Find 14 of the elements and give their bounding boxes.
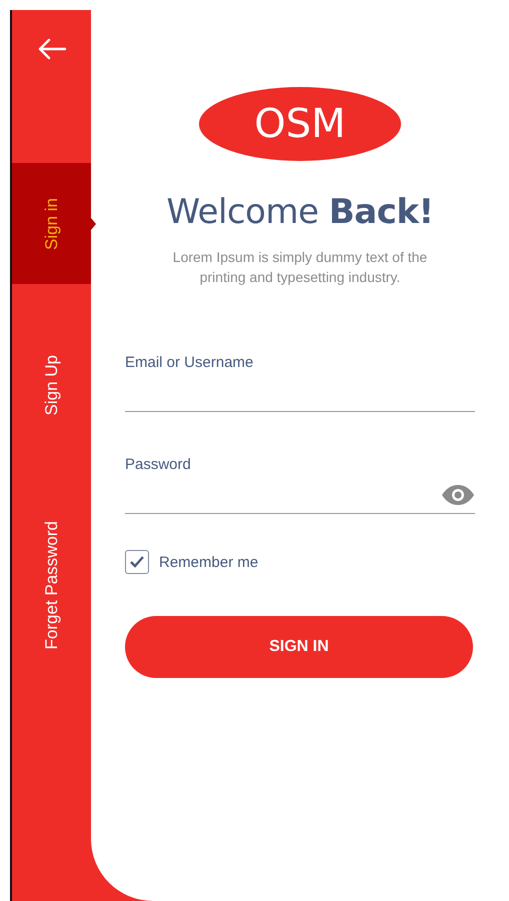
sidebar-tab[interactable]: Sign in [42, 198, 62, 250]
field-label: Email or Username [125, 354, 254, 371]
sidebar-tab[interactable]: Forget Password [42, 520, 62, 650]
remember-checkbox[interactable] [125, 550, 149, 574]
sign-in-button[interactable]: SIGN IN [125, 616, 473, 678]
check-icon [129, 555, 145, 569]
sidebar-tab[interactable]: Sign Up [42, 354, 62, 416]
eye-icon[interactable] [441, 484, 475, 506]
field-label: Password [125, 456, 192, 473]
remember-label: Remember me [159, 554, 258, 570]
subtitle-text: Lorem Ipsum is simply dummy text of the printing and typesetting industry. [172, 248, 428, 287]
welcome-heading: Welcome Back! [166, 192, 434, 232]
logo: OSM [199, 87, 401, 161]
back-arrow-icon[interactable] [36, 38, 66, 60]
